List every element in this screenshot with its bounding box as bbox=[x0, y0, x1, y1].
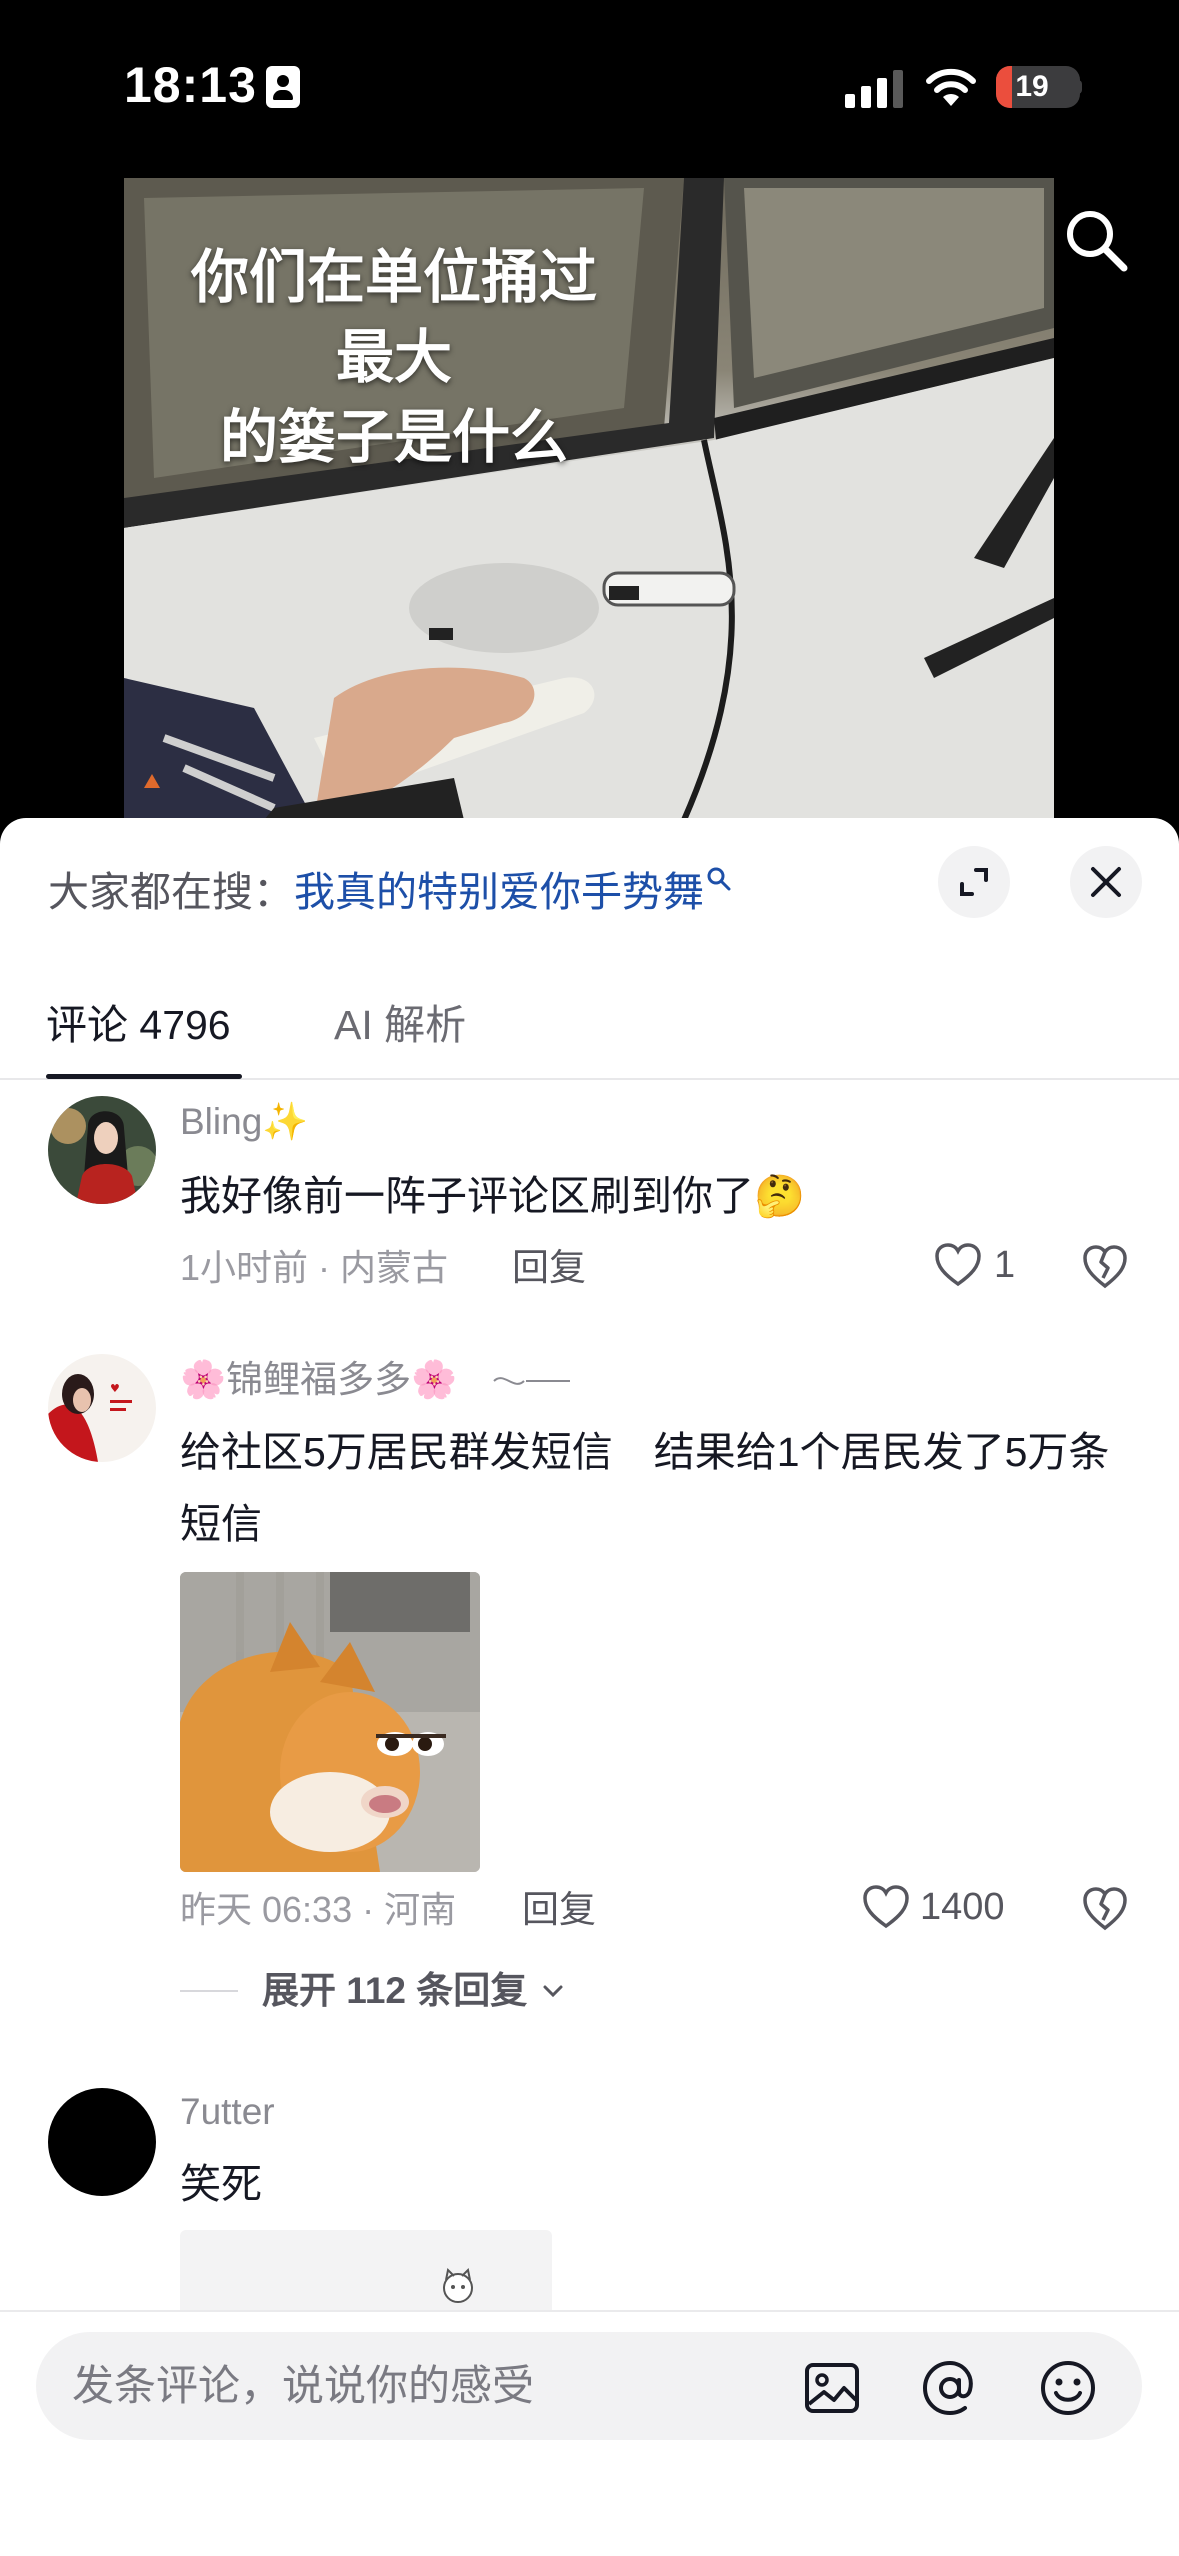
comment-input-placeholder: 发条评论，说说你的感受 bbox=[72, 2362, 535, 2409]
image-icon[interactable] bbox=[802, 2358, 862, 2418]
comment-text: 笑死 bbox=[180, 2161, 262, 2207]
video-caption-line1: 你们在单位捅过最大 bbox=[190, 245, 597, 390]
comment-input[interactable]: 发条评论，说说你的感受 bbox=[36, 2332, 1142, 2440]
comment-sheet: 大家都在搜：我真的特别爱你手势舞 评论 4796 AI 解析 ♥ bbox=[0, 818, 1179, 2556]
wifi-icon bbox=[926, 68, 976, 106]
expand-icon bbox=[960, 868, 988, 896]
hot-search-term[interactable]: 我真的特别爱你手势舞 bbox=[294, 869, 704, 915]
tab-bar: 评论 4796 AI 解析 bbox=[0, 978, 1179, 1080]
heart-icon bbox=[863, 1885, 909, 1929]
like-button[interactable]: 1400 bbox=[862, 1880, 1022, 1934]
video-caption: 你们在单位捅过最大 的篓子是什么 bbox=[164, 238, 624, 478]
sticker-cat-icon bbox=[443, 2267, 473, 2303]
emoji-icon[interactable] bbox=[1038, 2358, 1098, 2418]
video-player[interactable]: 你们在单位捅过最大 的篓子是什么 bbox=[124, 178, 1054, 820]
status-time: 18:13 bbox=[124, 57, 257, 113]
battery-indicator: 19 bbox=[996, 66, 1080, 108]
svg-text:♥: ♥ bbox=[110, 1382, 120, 1395]
tab-ai-analysis[interactable]: AI 解析 bbox=[334, 1000, 466, 1050]
status-bar: 18:13 19 bbox=[0, 0, 1179, 170]
like-button[interactable]: 1 bbox=[934, 1238, 1016, 1292]
comment-username[interactable]: 7utter bbox=[180, 2090, 275, 2134]
comment-username[interactable]: Bling✨ bbox=[180, 1100, 308, 1144]
tab-comments[interactable]: 评论 4796 bbox=[46, 1000, 231, 1050]
comment-meta: 昨天 06:33 · 河南 bbox=[180, 1889, 457, 1930]
search-icon bbox=[707, 867, 731, 891]
video-caption-line2: 的篓子是什么 bbox=[219, 405, 568, 470]
expand-button[interactable] bbox=[938, 846, 1010, 918]
heart-icon bbox=[935, 1243, 981, 1287]
comment-text: 给社区5万居民群发短信 结果给1个居民发了5万条短信 bbox=[180, 1429, 1110, 1547]
hot-search[interactable]: 大家都在搜：我真的特别爱你手势舞 bbox=[48, 866, 732, 917]
battery-level: 19 bbox=[1015, 70, 1049, 103]
id-card-icon bbox=[266, 66, 300, 108]
decoration-icon bbox=[493, 1377, 570, 1385]
expand-replies-button[interactable]: 展开 112 条回复 bbox=[180, 1966, 600, 2016]
dislike-icon[interactable] bbox=[1080, 1242, 1130, 1292]
avatar-image bbox=[48, 1096, 156, 1204]
avatar[interactable] bbox=[48, 2088, 156, 2196]
avatar[interactable]: ♥ bbox=[48, 1354, 156, 1462]
comment-meta: 1小时前 · 内蒙古 bbox=[180, 1247, 449, 1288]
avatar[interactable] bbox=[48, 1096, 156, 1204]
chevron-down-icon bbox=[543, 1985, 563, 1998]
reply-button[interactable]: 回复 bbox=[512, 1246, 586, 1290]
at-icon[interactable] bbox=[920, 2358, 980, 2418]
divider-line bbox=[180, 1990, 238, 1992]
battery-tip bbox=[1076, 80, 1082, 94]
dislike-icon[interactable] bbox=[1080, 1884, 1130, 1934]
active-tab-indicator bbox=[46, 1074, 242, 1079]
close-button[interactable] bbox=[1070, 846, 1142, 918]
comment-image-preview[interactable] bbox=[180, 2230, 552, 2320]
comment-text: 我好像前一阵子评论区刷到你了🤔 bbox=[180, 1173, 806, 1219]
cat-sticker bbox=[180, 1572, 480, 1872]
close-icon bbox=[1091, 867, 1121, 897]
comment-input-bar: 发条评论，说说你的感受 bbox=[0, 2310, 1179, 2556]
avatar-image: ♥ bbox=[48, 1354, 156, 1462]
expand-replies-label: 展开 112 条回复 bbox=[262, 1970, 528, 2011]
like-count: 1 bbox=[994, 1244, 1016, 1286]
reply-button[interactable]: 回复 bbox=[522, 1888, 596, 1932]
comment-sticker-image[interactable] bbox=[180, 1572, 480, 1872]
hot-search-prefix: 大家都在搜： bbox=[48, 869, 294, 915]
signal-icon bbox=[845, 70, 903, 108]
like-count: 1400 bbox=[920, 1886, 1005, 1928]
comment-username[interactable]: 🌸锦鲤福多多🌸 bbox=[180, 1358, 457, 1402]
search-icon[interactable] bbox=[1062, 206, 1132, 276]
